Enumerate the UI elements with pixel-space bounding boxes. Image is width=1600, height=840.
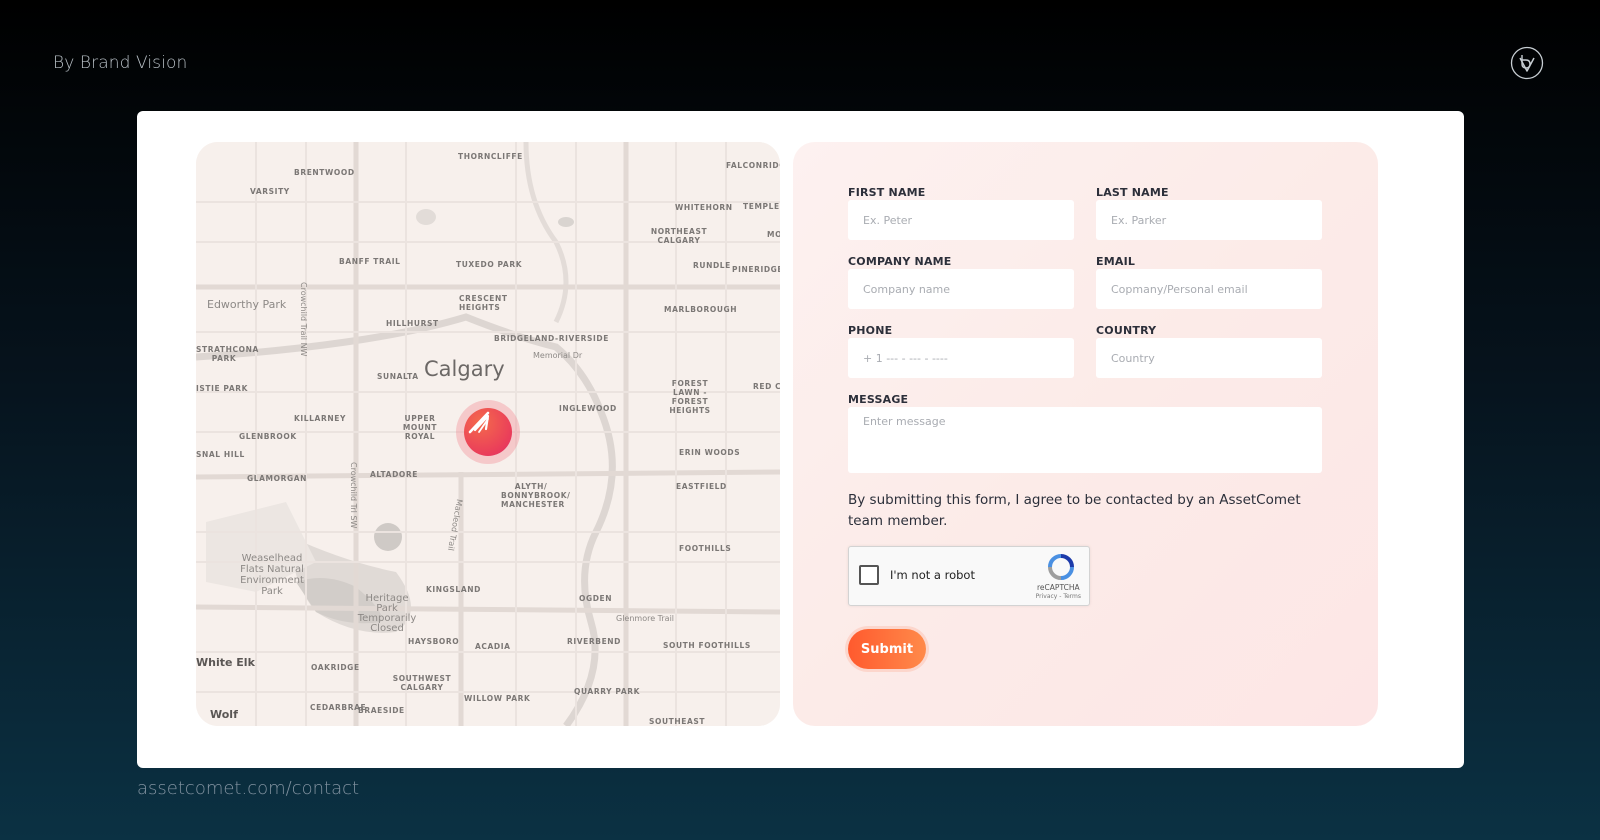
brand-vision-logo-icon — [1510, 46, 1544, 80]
assetcomet-logo-icon — [464, 408, 512, 456]
map-city-label: Calgary — [424, 357, 505, 381]
map-label: SNAL HILL — [196, 450, 245, 459]
map-label: HAYSBORO — [408, 637, 460, 646]
contact-card: THORNCLIFFE FALCONRIDGE BRENTWOOD VARSIT… — [137, 111, 1464, 768]
map-label: Weaselhead Flats Natural Environment Par… — [240, 553, 304, 597]
map-label: Heritage Park Temporarily Closed — [357, 593, 417, 634]
map-label: KILLARNEY — [294, 414, 346, 423]
last-name-label: LAST NAME — [1096, 186, 1169, 199]
company-name-label: COMPANY NAME — [848, 255, 952, 268]
map-label: TUXEDO PARK — [456, 260, 523, 269]
message-input[interactable] — [848, 407, 1322, 473]
map-label: KINGSLAND — [426, 585, 481, 594]
message-label: MESSAGE — [848, 393, 909, 406]
map-label: OGDEN — [579, 594, 613, 603]
last-name-input[interactable] — [1096, 200, 1322, 240]
brand-caption: By Brand Vision — [53, 53, 188, 73]
map-label: WHITEHORN — [675, 203, 733, 212]
recaptcha-links[interactable]: Privacy - Terms — [1036, 592, 1081, 601]
map-label: Edworthy Park — [207, 298, 287, 311]
location-marker[interactable] — [456, 400, 520, 464]
company-name-input[interactable] — [848, 269, 1074, 309]
map-label: SOUTHWEST CALGARY — [392, 674, 452, 692]
map-label: RUNDLE — [693, 261, 731, 270]
email-label: EMAIL — [1096, 255, 1136, 268]
map-label: STRATHCONA PARK — [196, 345, 259, 363]
map-label: NORTHEAST CALGARY — [650, 227, 708, 245]
map-label: TEMPLE — [743, 202, 780, 211]
map-label: UPPER MOUNT ROYAL — [402, 414, 438, 441]
map-label: FOOTHILLS — [679, 544, 732, 553]
map-label: ALTADORE — [370, 470, 418, 479]
map-label: QUARRY PARK — [574, 687, 641, 696]
country-input[interactable] — [1096, 338, 1322, 378]
map-label: BRIDGELAND-RIVERSIDE — [494, 334, 609, 343]
map-label: GLENBROOK — [239, 432, 297, 441]
map-label: BRENTWOOD — [294, 168, 355, 177]
contact-form: FIRST NAME LAST NAME COMPANY NAME EMAIL … — [793, 142, 1378, 726]
map-label: Crowchild Trl SW — [349, 462, 358, 529]
url-caption: assetcomet.com/contact — [137, 778, 360, 799]
phone-input[interactable] — [848, 338, 1074, 378]
recaptcha-widget: I'm not a robot reCAPTCHA Privacy - Term… — [848, 546, 1090, 606]
map-label: PINERIDGE — [732, 265, 780, 274]
map-label: Memorial Dr — [533, 351, 583, 360]
map-label: FALCONRIDGE — [726, 161, 780, 170]
map-label: MON — [767, 230, 780, 239]
map-label: RED CA — [753, 382, 780, 391]
country-label: COUNTRY — [1096, 324, 1157, 337]
map-label: RIVERBEND — [567, 637, 622, 646]
consent-text: By submitting this form, I agree to be c… — [848, 492, 1301, 529]
map-label: HILLHURST — [386, 319, 439, 328]
submit-button[interactable]: Submit — [848, 629, 926, 669]
map-label: Wolf — [210, 708, 238, 721]
map-label: THORNCLIFFE — [458, 152, 523, 161]
recaptcha-label: I'm not a robot — [890, 568, 975, 582]
map-label: OAKRIDGE — [311, 663, 360, 672]
location-map[interactable]: THORNCLIFFE FALCONRIDGE BRENTWOOD VARSIT… — [196, 142, 780, 726]
map-label: Crowchild Trail NW — [299, 282, 308, 357]
map-label: GLAMORGAN — [247, 474, 307, 483]
map-label: WILLOW PARK — [464, 694, 531, 703]
map-label: CRESCENT HEIGHTS — [459, 294, 508, 312]
map-label: ACADIA — [475, 642, 511, 651]
first-name-input[interactable] — [848, 200, 1074, 240]
map-label: MARLBOROUGH — [664, 305, 738, 314]
map-label: INGLEWOOD — [559, 404, 617, 413]
map-label: SOUTHEAST — [649, 717, 706, 726]
map-label: White Elk — [196, 656, 255, 669]
map-label: EASTFIELD — [676, 482, 727, 491]
recaptcha-brand: reCAPTCHA Privacy - Terms — [1036, 583, 1081, 601]
map-label: ALYTH/ BONNYBROOK/ MANCHESTER — [501, 482, 571, 509]
map-label: SOUTH FOOTHILLS — [663, 641, 751, 650]
map-label: ERIN WOODS — [679, 448, 741, 457]
map-label: VARSITY — [250, 187, 290, 196]
recaptcha-icon — [1048, 554, 1074, 580]
map-label: SUNALTA — [377, 372, 419, 381]
email-input[interactable] — [1096, 269, 1322, 309]
map-label: FOREST LAWN - FOREST HEIGHTS — [669, 379, 711, 415]
map-label: Glenmore Trail — [616, 614, 675, 623]
first-name-label: FIRST NAME — [848, 186, 926, 199]
map-label: BRAESIDE — [358, 706, 405, 715]
recaptcha-brand-text: reCAPTCHA — [1037, 583, 1080, 592]
map-label: ISTIE PARK — [196, 384, 249, 393]
recaptcha-checkbox[interactable] — [859, 565, 879, 585]
phone-label: PHONE — [848, 324, 893, 337]
map-label: BANFF TRAIL — [339, 257, 401, 266]
